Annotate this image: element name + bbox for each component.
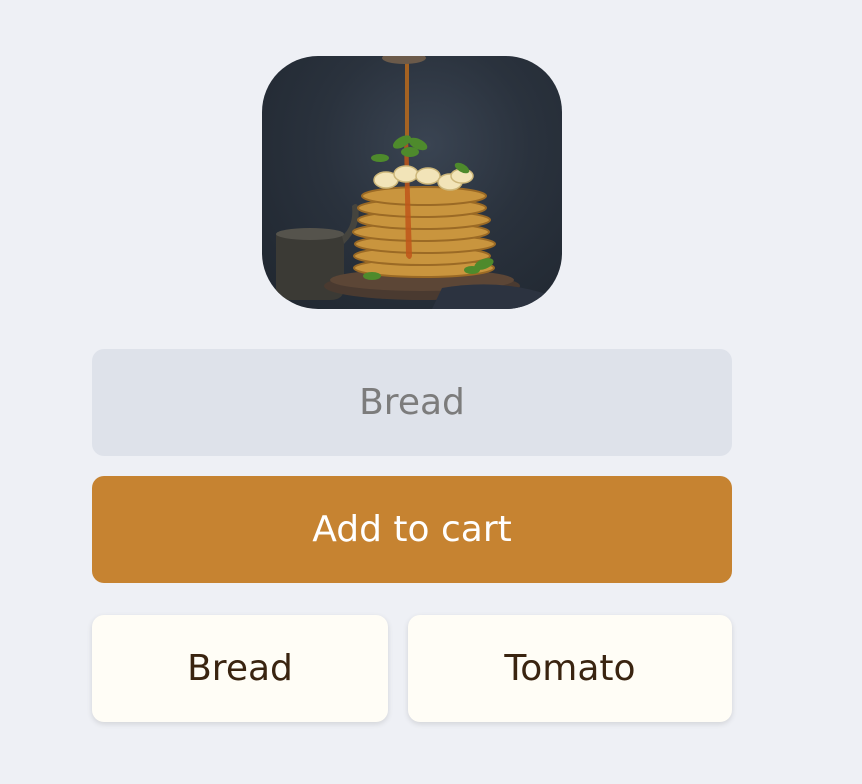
product-image xyxy=(262,56,562,309)
add-to-cart-label: Add to cart xyxy=(312,509,512,550)
option-button-tomato[interactable]: Tomato xyxy=(408,615,732,722)
product-name-input[interactable] xyxy=(92,349,732,456)
option-label: Tomato xyxy=(504,648,636,689)
add-to-cart-button[interactable]: Add to cart xyxy=(92,476,732,583)
option-button-bread[interactable]: Bread xyxy=(92,615,388,722)
option-label: Bread xyxy=(187,648,293,689)
pancake-stack-illustration xyxy=(276,56,562,309)
